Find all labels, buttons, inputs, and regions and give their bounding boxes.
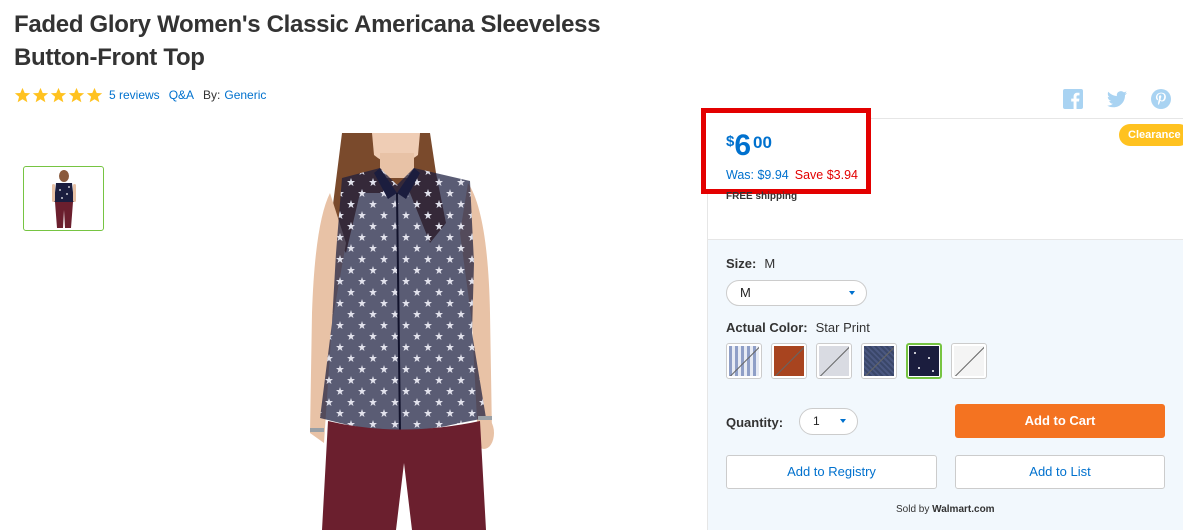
swatch-white[interactable] [951,343,987,379]
quantity-label: Quantity: [726,415,784,430]
product-photo [310,133,494,530]
chevron-down-icon [840,419,846,423]
reviews-link[interactable]: 5 reviews [109,88,160,102]
seller-name: Walmart.com [932,504,995,515]
sold-by-label: Sold by Walmart.com [896,504,995,515]
size-label: Size: [726,256,757,271]
quantity-value: 1 [813,414,820,428]
pinterest-icon[interactable] [1150,88,1172,110]
price-currency: $ [726,133,735,150]
star-icon [50,87,67,102]
star-icon [32,87,49,102]
by-label: By: [203,88,221,102]
swatch-rust[interactable] [771,343,807,379]
add-to-registry-button[interactable]: Add to Registry [726,455,937,489]
chevron-down-icon [849,291,855,295]
price-dollars: 6 [734,129,752,162]
qa-link[interactable]: Q&A [169,88,194,102]
savings-amount: Save $3.94 [794,168,859,182]
size-label-row: Size: M [726,256,775,271]
social-share-bar [1062,88,1172,110]
brand-byline: By: Generic [203,88,275,102]
color-label: Actual Color: [726,320,808,335]
clearance-badge: Clearance [1119,124,1183,146]
twitter-icon[interactable] [1106,88,1128,110]
add-to-list-button[interactable]: Add to List [955,455,1165,489]
was-price-row: Was: $9.94 Save $3.94 [726,168,858,182]
color-label-row: Actual Color: Star Print [726,320,870,335]
product-thumbnail[interactable] [23,166,104,231]
star-print-pattern [914,352,934,372]
star-icon [86,87,103,102]
star-icon [68,87,85,102]
swatch-light-gray[interactable] [816,343,852,379]
add-to-cart-button[interactable]: Add to Cart [955,404,1165,438]
facebook-icon[interactable] [1062,88,1084,110]
price-highlight-box: $ 6 00 Was: $9.94 Save $3.94 [701,108,871,194]
size-dropdown-value: M [740,285,751,300]
current-price: $ 6 00 [726,129,772,163]
swatch-stripe[interactable] [726,343,762,379]
rating-row: 5 reviews Q&A By: Generic [14,86,275,104]
thumbnail-image [51,169,76,228]
brand-link[interactable]: Generic [224,88,266,102]
size-dropdown[interactable]: M [726,280,867,306]
product-title: Faded Glory Women's Classic Americana Sl… [14,11,601,71]
star-icon [14,87,31,102]
color-value: Star Print [815,320,870,335]
sold-by-prefix: Sold by [896,504,930,515]
free-shipping-label: FREE shipping [726,191,798,202]
size-value: M [764,256,776,271]
quantity-dropdown[interactable]: 1 [799,408,858,435]
price-cents: 00 [753,133,772,152]
rating-stars[interactable] [14,87,103,104]
swatch-denim[interactable] [861,343,897,379]
swatch-star-print[interactable] [906,343,942,379]
was-price: Was: $9.94 [726,168,789,182]
product-main-image[interactable] [280,133,540,530]
color-swatches [726,343,987,379]
